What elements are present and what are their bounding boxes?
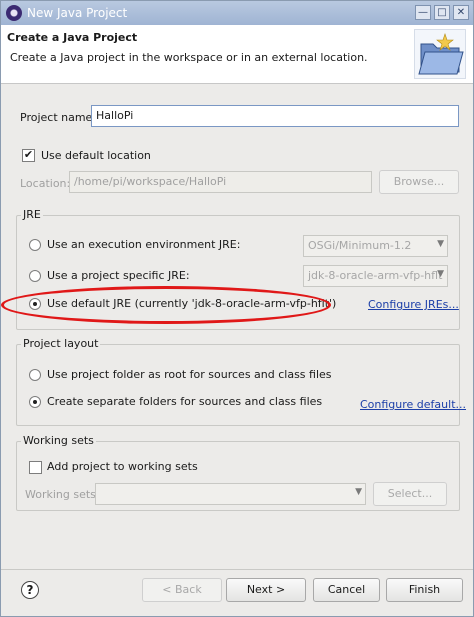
- project-jre-combo[interactable]: jdk-8-oracle-arm-vfp-hflt ▼: [303, 265, 448, 287]
- wizard-description: Create a Java project in the workspace o…: [10, 51, 368, 64]
- help-icon[interactable]: ?: [21, 581, 39, 599]
- separate-folders-label: Create separate folders for sources and …: [47, 395, 323, 408]
- project-layout-group: Project layout: [16, 337, 460, 426]
- new-java-project-folder-icon: [414, 29, 466, 79]
- wizard-header: Create a Java Project Create a Java proj…: [1, 25, 473, 84]
- location-input[interactable]: /home/pi/workspace/HalloPi: [69, 171, 372, 193]
- new-java-project-dialog: New Java Project — □ ✕ Create a Java Pro…: [0, 0, 474, 617]
- browse-button[interactable]: Browse...: [379, 170, 459, 194]
- finish-button[interactable]: Finish: [386, 578, 463, 602]
- project-root-label: Use project folder as root for sources a…: [47, 368, 332, 381]
- select-working-sets-button[interactable]: Select...: [373, 482, 447, 506]
- maximize-button[interactable]: □: [434, 5, 450, 20]
- red-highlight-ellipse: [1, 286, 331, 324]
- chevron-down-icon: ▼: [437, 269, 444, 279]
- window-title: New Java Project: [27, 6, 128, 20]
- back-button[interactable]: < Back: [142, 578, 222, 602]
- project-specific-jre-radio[interactable]: [29, 270, 41, 282]
- separate-folders-radio[interactable]: [29, 396, 41, 408]
- close-button[interactable]: ✕: [453, 5, 469, 20]
- cancel-button[interactable]: Cancel: [313, 578, 380, 602]
- location-label: Location:: [20, 177, 71, 190]
- minimize-button[interactable]: —: [415, 5, 431, 20]
- wizard-title: Create a Java Project: [7, 31, 138, 44]
- execution-env-combo[interactable]: OSGi/Minimum-1.2 ▼: [303, 235, 448, 257]
- project-name-input[interactable]: HalloPi: [91, 105, 459, 127]
- use-default-location-label: Use default location: [41, 149, 151, 162]
- chevron-down-icon: ▼: [355, 487, 362, 497]
- add-to-working-sets-label: Add project to working sets: [47, 460, 198, 473]
- project-name-label: Project name:: [20, 111, 97, 124]
- configure-default-link[interactable]: Configure default...: [360, 398, 466, 411]
- jre-group-title: JRE: [21, 208, 43, 221]
- working-sets-group-title: Working sets: [21, 434, 96, 447]
- add-to-working-sets-checkbox[interactable]: [29, 461, 42, 474]
- footer-separator: [1, 569, 473, 570]
- use-default-location-checkbox[interactable]: ✔: [22, 149, 35, 162]
- execution-env-jre-label: Use an execution environment JRE:: [47, 238, 241, 251]
- execution-env-value: OSGi/Minimum-1.2: [308, 239, 412, 252]
- next-button[interactable]: Next >: [226, 578, 306, 602]
- working-sets-label: Working sets:: [25, 488, 100, 501]
- project-jre-value: jdk-8-oracle-arm-vfp-hflt: [308, 269, 443, 282]
- chevron-down-icon: ▼: [437, 239, 444, 249]
- project-layout-group-title: Project layout: [21, 337, 101, 350]
- working-sets-combo[interactable]: ▼: [95, 483, 366, 505]
- configure-jres-link[interactable]: Configure JREs...: [368, 298, 459, 311]
- eclipse-icon: [6, 5, 22, 21]
- title-bar[interactable]: New Java Project — □ ✕: [1, 1, 473, 26]
- project-specific-jre-label: Use a project specific JRE:: [47, 269, 190, 282]
- project-root-radio[interactable]: [29, 369, 41, 381]
- execution-env-jre-radio[interactable]: [29, 239, 41, 251]
